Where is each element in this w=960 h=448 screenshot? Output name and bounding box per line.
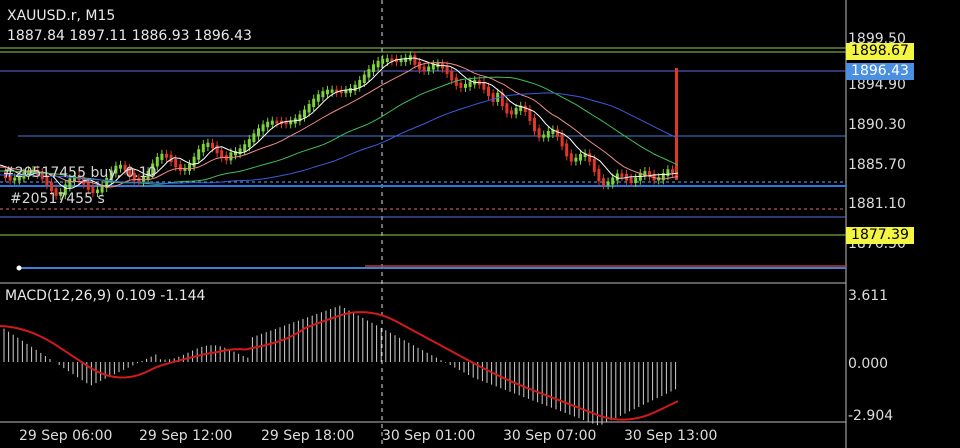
order-label-buy[interactable]: #20517455 buy, 0.10 — [3, 165, 157, 181]
candle-body — [533, 118, 536, 132]
candle-body — [367, 69, 371, 78]
macd-axis-label: 3.611 — [848, 288, 889, 304]
candle-body — [257, 128, 260, 137]
candle-body — [491, 93, 495, 102]
candle-body — [505, 103, 509, 114]
candle-body — [385, 58, 389, 62]
candle-body — [362, 74, 366, 83]
time-axis-label: 29 Sep 06:00 — [19, 428, 113, 444]
candle-body — [546, 131, 550, 138]
candle-body — [542, 134, 546, 138]
candle-body — [270, 120, 274, 125]
candle-body — [312, 98, 316, 108]
candle-body — [528, 109, 532, 122]
candle-body — [243, 144, 247, 152]
price-axis-label: 1881.10 — [848, 196, 906, 212]
candle-body — [666, 169, 670, 177]
candle-body — [197, 149, 201, 160]
candle-body — [422, 66, 426, 71]
candle-body — [215, 145, 219, 154]
low-line-price-tag: 1877.39 — [846, 227, 914, 244]
candle-body — [537, 128, 541, 138]
candle-body — [358, 79, 362, 88]
candle-body — [565, 143, 569, 157]
price-axis-label: 1890.30 — [848, 117, 906, 133]
candle-body — [620, 173, 624, 177]
candle-body — [376, 60, 380, 68]
candle-body — [372, 64, 375, 73]
candle-body — [316, 94, 320, 102]
candle-body — [634, 177, 638, 184]
candle-body — [206, 142, 210, 148]
candle-body — [588, 153, 592, 162]
candle-body — [192, 156, 196, 167]
candle-body — [611, 177, 615, 185]
candle-body — [445, 65, 449, 74]
candle-body — [487, 86, 490, 97]
candle-body — [353, 84, 357, 92]
candle-body — [252, 133, 256, 143]
time-axis-label: 29 Sep 18:00 — [261, 428, 355, 444]
candle-body — [174, 159, 178, 168]
candle-body — [349, 88, 352, 93]
candle-body — [381, 58, 385, 64]
macd-signal-line — [0, 311, 679, 421]
price-axis-label: 1885.70 — [848, 157, 906, 173]
candle-body — [188, 163, 191, 171]
candle-body — [569, 153, 573, 162]
candle-body — [510, 110, 513, 115]
high-line-price-tag: 1898.67 — [846, 43, 914, 60]
candle-body — [165, 153, 168, 158]
candle-body — [523, 105, 527, 113]
candle-body — [671, 169, 674, 174]
time-axis-label: 29 Sep 12:00 — [139, 428, 233, 444]
candle-body — [574, 157, 578, 162]
anchor-dot — [16, 265, 22, 271]
candle-body — [321, 91, 325, 98]
ohlc-values: 1887.84 1897.11 1886.93 1896.43 — [7, 28, 252, 44]
time-axis-label: 30 Sep 07:00 — [503, 428, 597, 444]
candle-body — [459, 82, 463, 88]
candle-body — [247, 139, 251, 148]
candle-body — [211, 142, 214, 149]
candle-body — [229, 152, 233, 161]
candle-body — [556, 129, 559, 137]
current-price-tag: 1896.43 — [846, 63, 914, 80]
macd-label: MACD(12,26,9) 0.109 -1.144 — [5, 288, 206, 304]
candle-body — [427, 66, 431, 71]
macd-axis-label: -2.904 — [848, 408, 894, 424]
candle-body — [330, 89, 334, 93]
symbol-timeframe: XAUUSD.r, M15 — [7, 8, 116, 24]
candle-body — [413, 55, 417, 65]
candle-body — [431, 64, 435, 70]
candle-body — [275, 120, 279, 124]
candle-body — [468, 81, 472, 87]
chart-canvas[interactable] — [0, 0, 960, 448]
candle-body — [464, 83, 467, 88]
candle-body — [592, 158, 596, 172]
candle-body — [201, 144, 205, 153]
candle-body — [307, 104, 311, 113]
candle-body — [450, 70, 454, 81]
candle-body — [326, 89, 329, 95]
candle-body — [606, 181, 610, 186]
candle-body — [266, 121, 270, 128]
candle-body — [50, 182, 53, 192]
candle-body — [602, 178, 605, 186]
candle-body — [86, 181, 90, 190]
candle-body — [178, 164, 182, 171]
candle-body — [629, 177, 633, 184]
candle-body — [160, 153, 164, 160]
candle-body — [303, 109, 306, 118]
candle-body — [597, 168, 601, 182]
time-axis-label: 30 Sep 13:00 — [624, 428, 718, 444]
candle-body — [261, 124, 265, 132]
time-axis-label: 30 Sep 01:00 — [382, 428, 476, 444]
candle-body — [579, 153, 582, 161]
candle-body — [514, 108, 518, 115]
candle-body — [560, 133, 564, 147]
macd-axis-label: 0.000 — [848, 356, 889, 372]
last-candle — [675, 68, 678, 180]
order-label-sell[interactable]: #20517455 s — [10, 191, 105, 207]
